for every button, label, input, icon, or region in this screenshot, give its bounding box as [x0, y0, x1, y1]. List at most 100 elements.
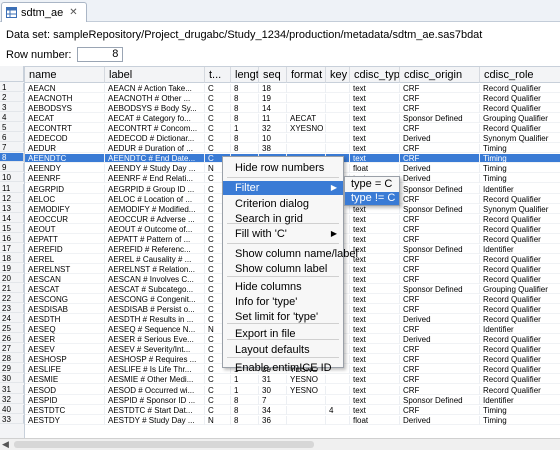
column-header[interactable]: seq — [259, 67, 287, 83]
column-header[interactable]: key — [326, 67, 350, 83]
table-cell[interactable] — [326, 114, 350, 124]
table-cell[interactable]: AESER # Serious Eve... — [105, 335, 205, 345]
table-cell[interactable]: 14 — [259, 104, 287, 114]
table-cell[interactable]: Timing — [480, 164, 560, 173]
table-cell[interactable]: AELOC # Location of ... — [105, 194, 205, 204]
table-cell[interactable]: CRF — [400, 154, 480, 164]
table-cell[interactable]: Identifier — [480, 396, 560, 405]
table-row[interactable]: AESTDTC AESTDTC # Start Dat... C 8 34 4 text CR… — [25, 405, 560, 415]
menu-item-hide-row-numbers[interactable]: Hide row numbers — [223, 161, 343, 175]
row-number[interactable]: 15 — [0, 223, 24, 233]
row-number[interactable]: 20 — [0, 273, 24, 283]
row-number[interactable]: 3 — [0, 103, 24, 113]
row-number[interactable]: 28 — [0, 354, 24, 364]
row-number[interactable]: 4 — [0, 113, 24, 123]
table-cell[interactable]: Record Qualifier — [480, 335, 560, 344]
row-number[interactable]: 22 — [0, 294, 24, 304]
table-cell[interactable]: AEMODIFY # Modified... — [105, 204, 205, 214]
row-number[interactable]: 19 — [0, 263, 24, 273]
row-number[interactable]: 2 — [0, 93, 24, 103]
table-cell[interactable]: CRF — [400, 94, 480, 104]
menu-item-fill-with-c[interactable]: Fill with 'C' ▶ — [223, 227, 343, 241]
table-cell[interactable]: Record Qualifier — [480, 255, 560, 264]
table-cell[interactable]: text — [350, 325, 400, 335]
table-cell[interactable]: Record Qualifier — [480, 315, 560, 324]
table-cell[interactable]: 1 — [231, 375, 259, 385]
table-cell[interactable]: AESLIFE # Is Life Thr... — [105, 365, 205, 375]
table-cell[interactable]: AEOCCUR # Adverse ... — [105, 214, 205, 224]
table-cell[interactable] — [287, 84, 326, 93]
table-cell[interactable]: CRF — [400, 124, 480, 134]
table-cell[interactable]: Sponsor Defined — [400, 184, 480, 194]
table-cell[interactable] — [326, 134, 350, 144]
table-cell[interactable]: AESMIE — [25, 375, 105, 385]
table-cell[interactable]: text — [350, 285, 400, 294]
table-cell[interactable]: AEENDTC # End Date... — [105, 154, 205, 164]
table-cell[interactable]: CRF — [400, 305, 480, 315]
table-cell[interactable]: 11 — [259, 114, 287, 124]
table-cell[interactable]: 8 — [231, 395, 259, 405]
table-cell[interactable] — [287, 144, 326, 154]
table-cell[interactable]: AESCONG — [25, 295, 105, 305]
table-cell[interactable]: AEGRPID # Group ID ... — [105, 184, 205, 194]
table-cell[interactable]: AESEV # Severity/Int... — [105, 345, 205, 355]
row-number[interactable]: 13 — [0, 203, 24, 213]
table-cell[interactable]: C — [205, 84, 231, 93]
menu-item-set-limit-for-type[interactable]: Set limit for 'type' — [223, 310, 343, 324]
table-cell[interactable]: text — [350, 264, 400, 274]
table-cell[interactable]: text — [350, 224, 400, 234]
table-cell[interactable]: AEENDY — [25, 164, 105, 174]
table-cell[interactable]: 1 — [231, 385, 259, 395]
scrollbar-thumb[interactable] — [14, 441, 314, 448]
table-cell[interactable]: Record Qualifier — [480, 225, 560, 234]
table-cell[interactable]: Derived — [400, 174, 480, 184]
table-row[interactable]: AEBODSYS AEBODSYS # Body Sy... C 8 14 text CRF… — [25, 104, 560, 114]
column-header[interactable]: t... — [205, 67, 231, 83]
table-cell[interactable] — [326, 94, 350, 104]
table-cell[interactable]: AEOCCUR — [25, 214, 105, 224]
table-cell[interactable]: CRF — [400, 385, 480, 395]
row-number[interactable]: 5 — [0, 123, 24, 133]
table-cell[interactable]: Timing — [480, 174, 560, 183]
menu-item-export-in-file[interactable]: Export in file — [223, 327, 343, 341]
table-cell[interactable]: AESDTH — [25, 315, 105, 325]
table-cell[interactable]: 8 — [231, 84, 259, 93]
row-number[interactable]: 10 — [0, 173, 24, 183]
table-cell[interactable]: Record Qualifier — [480, 235, 560, 244]
table-cell[interactable]: C — [205, 144, 231, 154]
table-cell[interactable]: 10 — [259, 134, 287, 144]
table-cell[interactable]: 38 — [259, 144, 287, 154]
table-cell[interactable]: C — [205, 124, 231, 134]
table-cell[interactable] — [326, 375, 350, 385]
table-cell[interactable]: YESNO — [287, 375, 326, 385]
table-cell[interactable]: CRF — [400, 274, 480, 284]
table-cell[interactable]: AEACN # Action Take... — [105, 84, 205, 93]
tab-sdtm-ae[interactable]: sdtm_ae ✕ — [1, 2, 87, 22]
column-header[interactable]: cdisc_type — [350, 67, 400, 83]
table-cell[interactable]: Record Qualifier — [480, 345, 560, 354]
table-cell[interactable]: 8 — [231, 94, 259, 104]
table-cell[interactable]: text — [350, 305, 400, 315]
table-cell[interactable]: AECAT # Category fo... — [105, 114, 205, 124]
column-header[interactable]: cdisc_role — [480, 67, 560, 83]
table-cell[interactable]: AEENRF # End Relati... — [105, 174, 205, 184]
table-cell[interactable]: CRF — [400, 405, 480, 415]
table-cell[interactable]: AEOUT # Outcome of... — [105, 224, 205, 234]
column-header[interactable]: label — [105, 67, 205, 83]
table-cell[interactable]: Timing — [480, 144, 560, 153]
close-icon[interactable]: ✕ — [69, 7, 77, 18]
table-cell[interactable]: 18 — [259, 84, 287, 93]
table-cell[interactable]: text — [350, 134, 400, 144]
row-number[interactable]: 14 — [0, 213, 24, 223]
table-cell[interactable] — [326, 385, 350, 395]
table-cell[interactable]: AESHOSP # Requires ... — [105, 355, 205, 365]
table-cell[interactable]: text — [350, 385, 400, 395]
table-cell[interactable]: Identifier — [480, 245, 560, 254]
table-cell[interactable]: 34 — [259, 405, 287, 415]
table-row[interactable]: AEACN AEACN # Action Take... C 8 18 text CRF Re… — [25, 84, 560, 93]
table-cell[interactable]: text — [350, 365, 400, 375]
column-header[interactable]: cdisc_origin — [400, 67, 480, 83]
table-cell[interactable]: AESDTH # Results in ... — [105, 315, 205, 325]
table-cell[interactable]: text — [350, 295, 400, 305]
table-cell[interactable]: Record Qualifier — [480, 84, 560, 93]
